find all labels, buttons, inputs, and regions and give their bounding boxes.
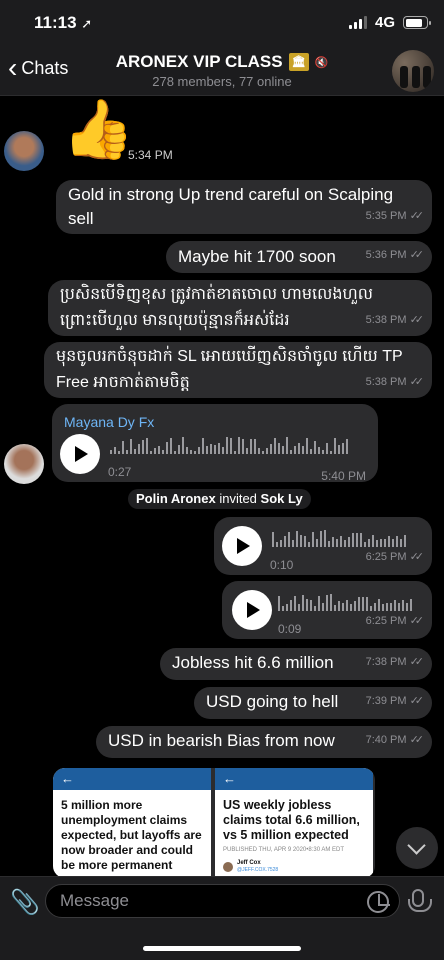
voice-message-bubble[interactable]: Mayana Dy Fx 0:27 5:40 PM (52, 404, 378, 483)
voice-duration: 0:10 (270, 558, 294, 572)
avatar[interactable] (4, 444, 44, 484)
double-check-icon: ✓✓ (409, 376, 425, 388)
chat-title: ARONEX VIP CLASS 🏛 🔇 (115, 52, 329, 72)
chat-header: ‹ Chats ARONEX VIP CLASS 🏛 🔇 278 members… (0, 48, 444, 96)
message-time: 5:35 PM (365, 210, 407, 222)
paperclip-icon[interactable]: 📎 (10, 888, 40, 916)
sender-name: Mayana Dy Fx (64, 414, 155, 430)
signal-icon (348, 16, 367, 29)
message-bubble[interactable]: Maybe hit 1700 soon 5:36 PM ✓✓ (166, 241, 432, 273)
system-action: invited (219, 491, 257, 506)
voice-duration: 0:09 (278, 622, 302, 636)
double-check-icon: ✓✓ (409, 734, 425, 746)
avatar[interactable] (4, 131, 44, 171)
message-time: 5:36 PM (365, 249, 407, 261)
back-arrow-icon: ← (215, 768, 373, 790)
member-count: 278 members, 77 online (152, 74, 292, 89)
double-check-icon: ✓✓ (409, 314, 425, 326)
message-bubble[interactable]: មុនចូលរកចំនុចដាក់ SL អោយឃើញសិនចាំចូល ហើយ… (44, 342, 432, 398)
message-bubble[interactable]: Jobless hit 6.6 million 7:38 PM ✓✓ (160, 648, 432, 680)
message-input[interactable] (45, 884, 400, 918)
message-time: 7:39 PM (365, 695, 407, 707)
preview-author: Jeff Cox @JEFF.COX.7528 (223, 860, 278, 874)
message-time: 5:38 PM (365, 314, 407, 326)
double-check-icon: ✓✓ (409, 210, 425, 222)
message-time: 6:25 PM (365, 615, 407, 627)
status-time: 11:13 ➚ (34, 13, 93, 32)
message-bubble[interactable]: ប្រសិនបើទិញខុស ត្រូវកាត់ខាតចោល ហាមលេងហួល… (48, 280, 432, 336)
double-check-icon: ✓✓ (409, 615, 425, 627)
sticker-icon[interactable] (367, 891, 390, 913)
message-meta: 6:25 PM ✓✓ (365, 545, 425, 569)
system-message: Polin Aronex invited Sok Ly (128, 489, 311, 509)
status-icons: 4G (348, 14, 431, 31)
message-time: 7:40 PM (365, 734, 407, 746)
network-type: 4G (374, 14, 395, 31)
preview-left-panel: ← 5 million more unemployment claims exp… (53, 768, 211, 878)
chat-title-text: ARONEX VIP CLASS (115, 52, 283, 71)
thumbs-up-sticker: 👍 (62, 97, 135, 162)
composer: 📎 (0, 876, 444, 960)
double-check-icon: ✓✓ (409, 249, 425, 261)
message-time: 7:38 PM (365, 656, 407, 668)
message-time: 5:34 PM (128, 148, 173, 162)
message-time: 5:40 PM (321, 469, 366, 483)
battery-icon (403, 16, 431, 29)
author-avatar (223, 862, 233, 872)
voice-message-bubble[interactable]: 0:09 6:25 PM ✓✓ (222, 581, 432, 639)
play-button[interactable] (232, 590, 272, 630)
group-avatar[interactable] (392, 50, 434, 92)
preview-headline: 5 million more unemployment claims expec… (61, 798, 202, 872)
author-handle: @JEFF.COX.7528 (237, 867, 279, 873)
message-meta: 7:40 PM ✓✓ (365, 728, 425, 752)
message-meta: 6:25 PM ✓✓ (365, 609, 425, 633)
double-check-icon: ✓✓ (409, 656, 425, 668)
double-check-icon: ✓✓ (409, 695, 425, 707)
scroll-down-button[interactable] (396, 827, 438, 869)
message-meta: 5:35 PM ✓✓ (365, 204, 425, 228)
author-text: Jeff Cox @JEFF.COX.7528 (237, 860, 278, 874)
message-bubble[interactable]: USD going to hell 7:39 PM ✓✓ (194, 687, 432, 719)
play-button[interactable] (222, 526, 262, 566)
home-indicator (143, 946, 301, 951)
back-arrow-icon: ← (53, 768, 211, 790)
message-bubble[interactable]: USD in bearish Bias from now 7:40 PM ✓✓ (96, 726, 432, 758)
waveform (110, 436, 348, 454)
message-meta: 7:39 PM ✓✓ (365, 689, 425, 713)
message-meta: 5:36 PM ✓✓ (365, 243, 425, 267)
double-check-icon: ✓✓ (409, 551, 425, 563)
message-bubble[interactable]: Gold in strong Up trend careful on Scalp… (56, 180, 432, 234)
system-actor: Polin Aronex (136, 491, 216, 506)
preview-published: PUBLISHED THU, APR 9 2020•8:30 AM EDT (223, 847, 345, 853)
voice-message-bubble[interactable]: 0:10 6:25 PM ✓✓ (214, 517, 432, 575)
voice-duration: 0:27 (108, 465, 132, 479)
system-target: Sok Ly (260, 491, 303, 506)
author-name: Jeff Cox (237, 860, 261, 866)
play-button[interactable] (60, 434, 100, 474)
message-list[interactable]: 👍 5:34 PM Gold in strong Up trend carefu… (0, 96, 444, 878)
location-arrow-icon: ➚ (81, 16, 93, 31)
microphone-icon[interactable] (408, 889, 432, 912)
status-bar: 11:13 ➚ 4G (0, 0, 444, 48)
preview-headline: US weekly jobless claims total 6.6 milli… (223, 798, 360, 842)
message-meta: 5:38 PM ✓✓ (365, 307, 425, 333)
chat-title-area[interactable]: ARONEX VIP CLASS 🏛 🔇 278 members, 77 onl… (0, 52, 444, 89)
message-time: 6:25 PM (365, 551, 407, 563)
bank-emoji-icon: 🏛 (288, 53, 309, 71)
message-meta: 5:38 PM ✓✓ (365, 369, 425, 395)
image-preview[interactable]: ← 5 million more unemployment claims exp… (53, 768, 375, 878)
mute-icon: 🔇 (314, 56, 329, 69)
message-time: 5:38 PM (365, 376, 407, 388)
message-meta: 7:38 PM ✓✓ (365, 650, 425, 674)
preview-right-panel: ← US weekly jobless claims total 6.6 mil… (215, 768, 373, 878)
